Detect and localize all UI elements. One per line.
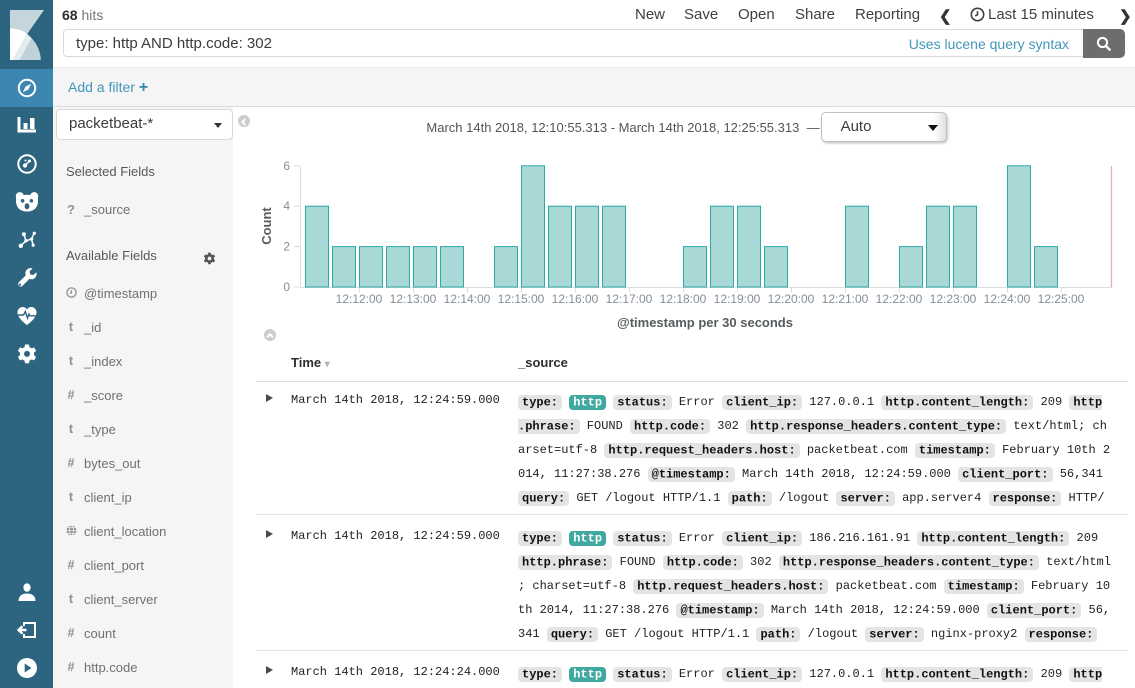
- svg-text:@timestamp per 30 seconds: @timestamp per 30 seconds: [617, 315, 793, 330]
- svg-text:12:15:00: 12:15:00: [498, 292, 545, 306]
- svg-text:12:21:00: 12:21:00: [822, 292, 869, 306]
- svg-text:0: 0: [283, 280, 290, 294]
- svg-text:12:12:00: 12:12:00: [336, 292, 383, 306]
- svg-text:12:20:00: 12:20:00: [768, 292, 815, 306]
- svg-text:2: 2: [283, 240, 290, 254]
- svg-text:Count: Count: [259, 207, 274, 245]
- svg-text:12:23:00: 12:23:00: [930, 292, 977, 306]
- svg-text:12:14:00: 12:14:00: [444, 292, 491, 306]
- svg-text:12:13:00: 12:13:00: [390, 292, 437, 306]
- svg-text:12:24:00: 12:24:00: [984, 292, 1031, 306]
- svg-text:12:16:00: 12:16:00: [552, 292, 599, 306]
- svg-text:4: 4: [283, 199, 290, 213]
- svg-text:12:25:00: 12:25:00: [1038, 292, 1085, 306]
- svg-text:6: 6: [283, 159, 290, 173]
- svg-text:12:18:00: 12:18:00: [660, 292, 707, 306]
- svg-text:12:17:00: 12:17:00: [606, 292, 653, 306]
- svg-text:12:19:00: 12:19:00: [714, 292, 761, 306]
- svg-text:12:22:00: 12:22:00: [876, 292, 923, 306]
